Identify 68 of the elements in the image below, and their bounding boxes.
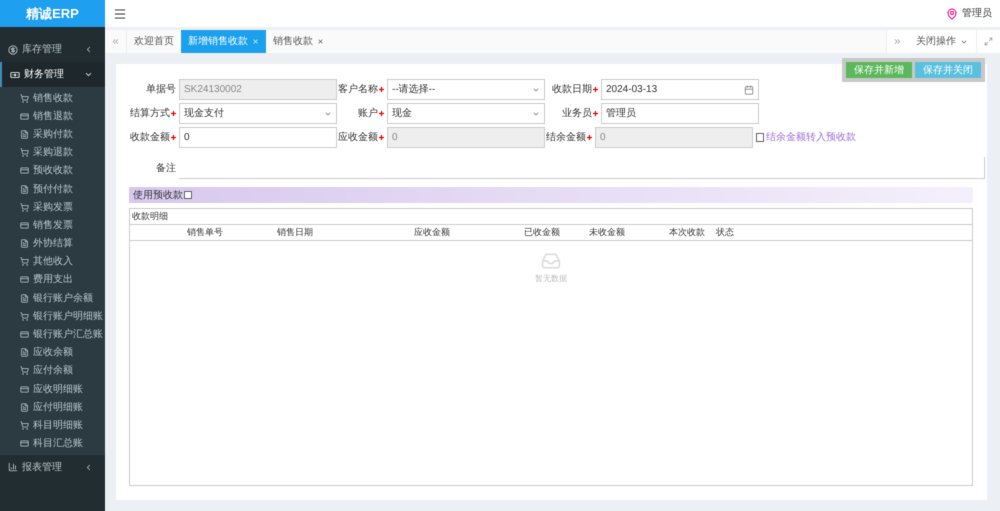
column-header: 未收金额 <box>588 226 625 239</box>
submenu-item[interactable]: 银行账户余额 <box>0 289 105 308</box>
submenu-item[interactable]: 科目明细账 <box>0 416 105 435</box>
checkbox[interactable] <box>756 133 764 142</box>
select-field[interactable]: --请选择-- <box>387 79 545 100</box>
submenu-item[interactable]: 应付明细账 <box>0 398 105 416</box>
checkbox[interactable] <box>184 191 192 199</box>
input-field[interactable]: 管理员 <box>601 103 759 124</box>
sidebar-item[interactable]: 报表管理 <box>0 454 105 480</box>
column-header: 本次收款 <box>668 226 705 239</box>
column-header: 应收金额 <box>413 226 450 239</box>
submenu-item[interactable]: 预收收款 <box>0 162 105 180</box>
submenu-item[interactable]: 采购付款 <box>0 125 105 144</box>
section-title: 使用预收款 <box>133 188 183 202</box>
column-header: 销售单号 <box>186 226 224 239</box>
submenu-item[interactable]: 科目汇总账 <box>0 434 105 453</box>
checkbox-label[interactable]: 结余金额转入预收款 <box>766 130 856 145</box>
field-label: 单据号 <box>146 82 176 97</box>
tab[interactable]: 欢迎首页 <box>127 30 181 53</box>
date-field[interactable]: 2024-03-13 <box>601 79 759 100</box>
submenu-item[interactable]: 销售发票 <box>0 216 105 234</box>
field-label: 账户 <box>358 106 378 121</box>
chevron-icon <box>84 462 93 472</box>
submenu-item[interactable]: 采购退款 <box>0 144 105 162</box>
sidebar-item[interactable]: 财务管理 <box>0 62 105 87</box>
submenu-item[interactable]: 采购发票 <box>0 198 105 216</box>
field-label: 应收金额 <box>338 130 378 145</box>
select-field[interactable]: 现金 <box>387 103 545 124</box>
sidebar-item[interactable]: 库存管理 <box>0 37 105 62</box>
field-label: 收款金额 <box>130 130 170 145</box>
remark-field[interactable] <box>179 157 985 179</box>
submenu-item[interactable]: 销售退款 <box>0 107 105 126</box>
chevron-icon <box>84 70 93 79</box>
field-label: 收款日期 <box>552 82 592 97</box>
submenu-item[interactable]: 应收明细账 <box>0 380 105 398</box>
chevron-icon <box>84 45 93 54</box>
column-header: 销售日期 <box>276 226 314 239</box>
empty-message: 暂无数据 <box>535 273 567 285</box>
submenu-item[interactable]: 应收余额 <box>0 344 105 362</box>
field-label: 备注 <box>155 162 177 176</box>
submenu-item[interactable]: 银行账户明细账 <box>0 307 105 326</box>
field-label: 业务员 <box>562 106 592 121</box>
input-field[interactable]: 0 <box>179 127 337 148</box>
tab[interactable]: 销售收款 <box>266 30 331 53</box>
submenu-item[interactable]: 银行账户汇总账 <box>0 325 105 344</box>
column-header: 已收金额 <box>523 226 560 239</box>
close-icon[interactable] <box>317 38 324 45</box>
scroll-left-icon[interactable] <box>111 37 120 46</box>
field-label: 结余金额 <box>546 130 586 145</box>
field-label: 客户名称 <box>338 82 378 97</box>
submenu-item[interactable]: 销售收款 <box>0 89 105 108</box>
submenu-item[interactable]: 其他收入 <box>0 252 105 271</box>
field-label: 结算方式 <box>130 106 170 121</box>
submenu-item[interactable]: 费用支出 <box>0 270 105 290</box>
submenu-item[interactable]: 外协结算 <box>0 234 105 253</box>
user-name[interactable]: 管理员 <box>962 6 992 21</box>
tab-menu[interactable]: 关闭操作 <box>908 30 976 53</box>
select-field[interactable]: 现金支付 <box>179 103 337 124</box>
submenu-item[interactable]: 预付付款 <box>0 180 105 198</box>
empty-inbox-icon <box>541 251 561 271</box>
map-pin-icon <box>946 8 958 20</box>
fullscreen-icon[interactable] <box>984 37 993 46</box>
submenu-item[interactable]: 应付余额 <box>0 362 105 380</box>
calendar-icon <box>744 84 754 94</box>
scroll-right-icon[interactable] <box>893 37 902 46</box>
column-header: 状态 <box>715 226 735 239</box>
table-title: 收款明细 <box>130 209 972 225</box>
app-logo: 精诚ERP <box>0 0 105 27</box>
